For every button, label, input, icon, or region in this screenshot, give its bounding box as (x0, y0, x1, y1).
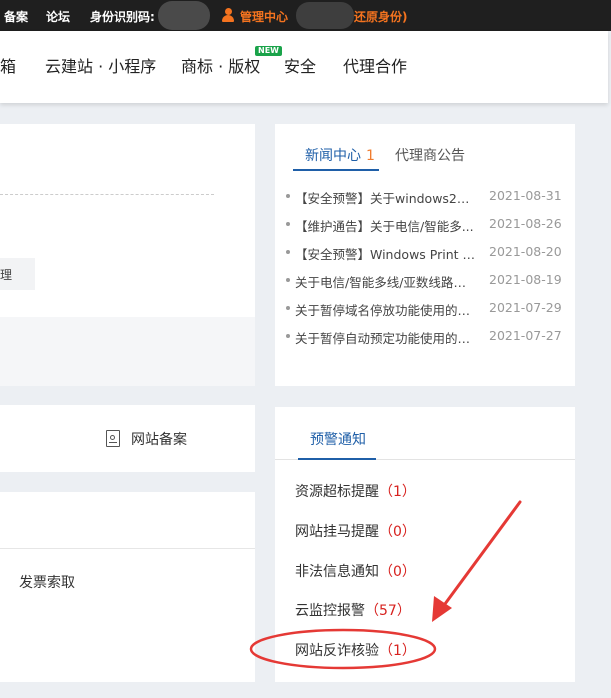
active-tab-indicator (293, 169, 379, 171)
manage-tag-label: 理 (0, 268, 13, 282)
top-bar: 备案 论坛 身份识别码: 管理中心 还原身份) (0, 0, 611, 31)
warning-label: 网站反诈核验 (295, 643, 379, 659)
divider (0, 194, 214, 195)
nav-item-mailbox[interactable]: 箱 (0, 53, 16, 77)
nav-item-agency[interactable]: 代理合作 (343, 53, 407, 77)
news-item[interactable]: 关于暂停域名停放功能使用的通... 2021-07-29 (275, 297, 575, 318)
warning-item-site-trojan[interactable]: 网站挂马提醒（0） (295, 521, 416, 541)
news-title: 关于暂停自动预定功能使用的通... (295, 331, 475, 346)
news-date: 2021-08-31 (489, 188, 562, 203)
news-item[interactable]: 【安全预警】关于windows200... 2021-08-31 (275, 185, 575, 206)
warning-item-cloud-monitor[interactable]: 云监控报警（57） (295, 600, 411, 620)
warning-card-header: 预警通知 (275, 407, 575, 460)
news-date: 2021-07-29 (489, 300, 562, 315)
nav-item-security[interactable]: 安全 (284, 53, 316, 77)
user-icon (222, 8, 234, 22)
news-date: 2021-08-19 (489, 272, 562, 287)
warning-count: （57） (365, 603, 411, 619)
tab-warning-notice[interactable]: 预警通知 (310, 429, 366, 449)
news-title: 【安全预警】关于windows200... (295, 191, 475, 206)
admin-center-link[interactable]: 管理中心 (240, 8, 288, 25)
quick-links-card: 网站备案 (0, 405, 255, 472)
tab-agent-announcements[interactable]: 代理商公告 (395, 145, 465, 165)
warning-item-resource-overuse[interactable]: 资源超标提醒（1） (295, 481, 416, 501)
news-title: 关于暂停域名停放功能使用的通... (295, 303, 475, 318)
warning-notice-card: 预警通知 资源超标提醒（1） 网站挂马提醒（0） 非法信息通知（0） 云监控报警… (275, 407, 575, 682)
nav-item-site-builder[interactable]: 云建站 · 小程序 (45, 53, 156, 77)
warning-label: 云监控报警 (295, 603, 365, 619)
warning-count: （0） (379, 524, 416, 540)
forum-link[interactable]: 论坛 (46, 8, 70, 25)
document-icon (106, 430, 120, 447)
warning-item-illegal-info[interactable]: 非法信息通知（0） (295, 561, 416, 581)
account-overview-card: 理 (0, 124, 255, 386)
news-title: 【维护通告】关于电信/智能多... (295, 219, 474, 234)
site-filing-link[interactable]: 网站备案 (131, 429, 187, 449)
warning-label: 资源超标提醒 (295, 484, 379, 500)
news-item[interactable]: 关于暂停自动预定功能使用的通... 2021-07-27 (275, 325, 575, 346)
invoice-request-link[interactable]: 发票索取 (19, 572, 75, 592)
beian-link[interactable]: 备案 (4, 8, 28, 25)
warning-count: （1） (379, 643, 416, 659)
news-item[interactable]: 关于电信/智能多线/亚数线路机... 2021-08-19 (275, 269, 575, 290)
warning-count: （0） (379, 564, 416, 580)
news-item[interactable]: 【安全预警】Windows Print S... 2021-08-20 (275, 241, 575, 262)
news-tabs: 新闻中心 1 代理商公告 (275, 124, 575, 171)
main-nav: 箱 云建站 · 小程序 商标 · 版权 NEW 安全 代理合作 (0, 31, 608, 103)
finance-card: 发票索取 (0, 492, 255, 682)
id-code-label: 身份识别码: (90, 10, 155, 24)
tab-news-center[interactable]: 新闻中心 1 (305, 145, 375, 165)
active-tab-indicator (298, 458, 376, 460)
tab-news-center-label: 新闻中心 (305, 148, 361, 164)
news-title: 【安全预警】Windows Print S... (295, 247, 475, 262)
redacted-username (296, 2, 354, 29)
tab-news-count: 1 (366, 148, 375, 164)
card-footer (0, 317, 255, 386)
new-badge: NEW (255, 46, 282, 56)
news-date: 2021-08-20 (489, 244, 562, 259)
warning-item-anti-fraud[interactable]: 网站反诈核验（1） (295, 640, 416, 660)
warning-count: （1） (379, 484, 416, 500)
divider (0, 548, 255, 549)
warning-label: 非法信息通知 (295, 564, 379, 580)
warning-label: 网站挂马提醒 (295, 524, 379, 540)
news-date: 2021-08-26 (489, 216, 562, 231)
manage-tag[interactable]: 理 (0, 258, 35, 290)
news-item[interactable]: 【维护通告】关于电信/智能多... 2021-08-26 (275, 213, 575, 234)
news-date: 2021-07-27 (489, 328, 562, 343)
redacted-id-code (158, 1, 210, 30)
news-title: 关于电信/智能多线/亚数线路机... (295, 275, 475, 290)
news-card: 新闻中心 1 代理商公告 【安全预警】关于windows200... 2021-08… (275, 124, 575, 386)
restore-identity-link[interactable]: 还原身份) (354, 8, 408, 25)
nav-item-trademark[interactable]: 商标 · 版权 (181, 53, 260, 77)
